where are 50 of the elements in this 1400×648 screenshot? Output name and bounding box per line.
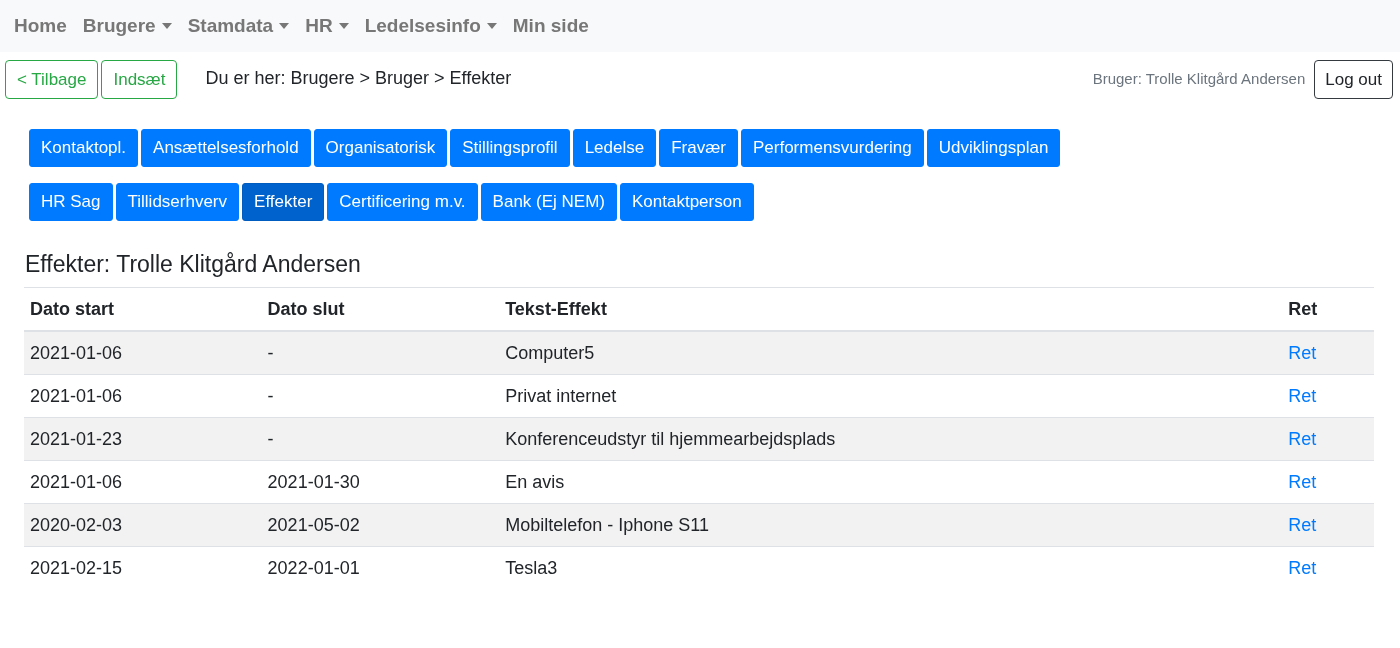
logout-button[interactable]: Log out xyxy=(1314,60,1393,99)
table-cell: 2021-01-23 xyxy=(24,417,262,461)
action-button[interactable]: Indsæt xyxy=(101,60,178,99)
tab-button[interactable]: Ledelse xyxy=(572,129,657,167)
table-cell: 2021-01-30 xyxy=(261,460,500,504)
tab-button[interactable]: HR Sag xyxy=(29,183,113,221)
table-cell: Konferenceudstyr til hjemmearbejdsplads xyxy=(499,417,1283,461)
edit-link[interactable]: Ret xyxy=(1288,385,1317,406)
edit-link[interactable]: Ret xyxy=(1288,514,1317,535)
tab-button[interactable]: Effekter xyxy=(242,183,325,221)
table-cell: 2021-05-02 xyxy=(261,503,500,547)
table-cell: 2021-01-06 xyxy=(24,374,262,418)
edit-link[interactable]: Ret xyxy=(1288,557,1317,578)
table-cell: - xyxy=(261,374,500,418)
tab-button[interactable]: Bank (Ej NEM) xyxy=(480,183,617,221)
tab-button[interactable]: Kontaktperson xyxy=(620,183,754,221)
tab-button[interactable]: Performensvurdering xyxy=(741,129,924,167)
tab-button[interactable]: Organisatorisk xyxy=(313,129,448,167)
nav-link[interactable]: Min side xyxy=(504,15,597,37)
nav-link[interactable]: HR xyxy=(297,15,357,37)
table-cell: - xyxy=(261,417,500,461)
table-cell: 2021-02-15 xyxy=(24,546,262,589)
nav-link[interactable]: Home xyxy=(6,15,75,37)
table-cell: En avis xyxy=(499,460,1283,504)
action-button[interactable]: < Tilbage xyxy=(5,60,99,99)
table-cell: Mobiltelefon - Iphone S11 xyxy=(499,503,1283,547)
table-cell: Computer5 xyxy=(499,331,1283,375)
breadcrumb: Du er her: Brugere > Bruger > Effekter xyxy=(205,68,512,89)
nav-link[interactable]: Stamdata xyxy=(179,15,298,37)
edit-link[interactable]: Ret xyxy=(1288,471,1317,492)
edit-link[interactable]: Ret xyxy=(1288,342,1317,363)
tab-button[interactable]: Stillingsprofil xyxy=(450,129,570,167)
tab-button[interactable]: Tillidserhverv xyxy=(115,183,240,221)
tab-button[interactable]: Udviklingsplan xyxy=(926,129,1061,167)
edit-link[interactable]: Ret xyxy=(1288,428,1317,449)
table-cell: 2022-01-01 xyxy=(261,546,500,589)
tab-button[interactable]: Ansættelsesforhold xyxy=(141,129,311,167)
tab-button[interactable]: Kontaktopl. xyxy=(29,129,139,167)
table-cell: Tesla3 xyxy=(499,546,1283,589)
tab-button[interactable]: Certificering m.v. xyxy=(327,183,478,221)
table-cell: 2021-01-06 xyxy=(24,331,262,375)
nav-link[interactable]: Brugere xyxy=(74,15,180,37)
tab-button[interactable]: Fravær xyxy=(659,129,738,167)
page-heading: Effekter: Trolle Klitgård Andersen xyxy=(25,251,362,278)
table-cell: - xyxy=(261,331,500,375)
table-cell: Privat internet xyxy=(499,374,1283,418)
table-cell: 2021-01-06 xyxy=(24,460,262,504)
user-label: Bruger: Trolle Klitgård Andersen xyxy=(1092,70,1306,87)
table-cell: 2020-02-03 xyxy=(24,503,262,547)
nav-link[interactable]: Ledelsesinfo xyxy=(356,15,505,37)
